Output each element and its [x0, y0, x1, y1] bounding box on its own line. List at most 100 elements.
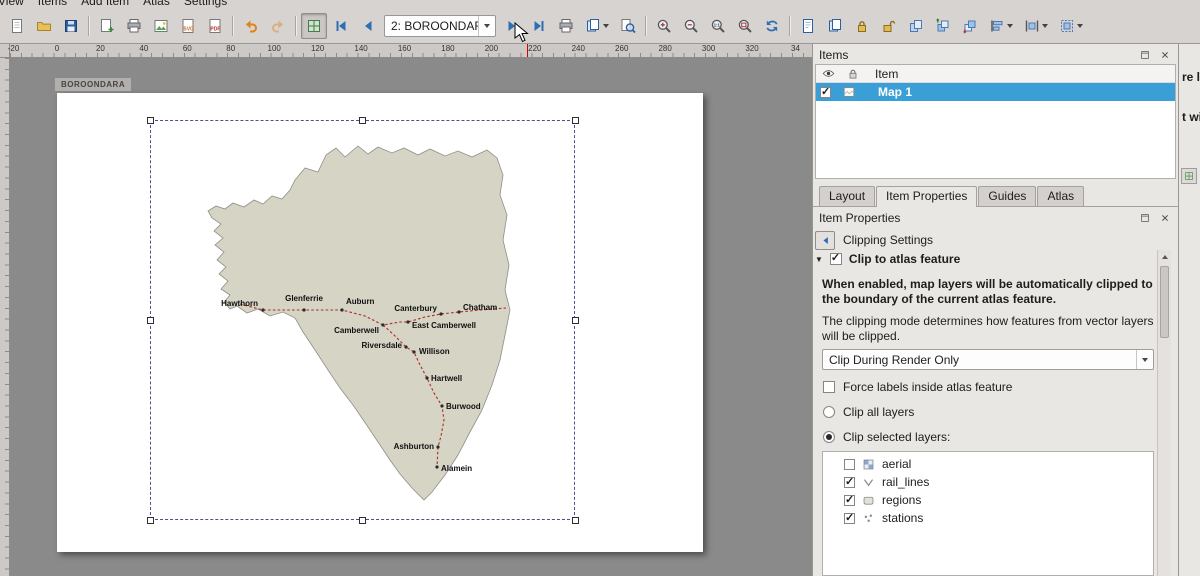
- zoom-full-button[interactable]: [732, 13, 758, 39]
- clip-help-bold-text: When enabled, map layers will be automat…: [822, 277, 1157, 307]
- tab-layout[interactable]: Layout: [819, 186, 875, 206]
- menu-items[interactable]: Items: [38, 0, 67, 8]
- selection-handle[interactable]: [147, 517, 154, 524]
- clip-to-atlas-checkbox[interactable]: [830, 253, 842, 265]
- distribute-items-button[interactable]: [1019, 13, 1053, 39]
- ruler-label: 40: [139, 44, 148, 53]
- scroll-up-arrow[interactable]: [1158, 250, 1171, 264]
- clipped-panel-button[interactable]: [1181, 168, 1197, 184]
- atlas-previous-feature-button[interactable]: [355, 13, 381, 39]
- export-image-button[interactable]: [148, 13, 174, 39]
- ruler-label: 220: [528, 44, 541, 53]
- atlas-next-feature-button[interactable]: [499, 13, 525, 39]
- tab-item-properties[interactable]: Item Properties: [876, 186, 977, 207]
- clip-layer-row[interactable]: regions: [823, 491, 1153, 509]
- force-labels-label: Force labels inside atlas feature: [843, 380, 1012, 394]
- print-layout-button[interactable]: [121, 13, 147, 39]
- section-label: Clip to atlas feature: [849, 252, 960, 266]
- lock-selected-items-button[interactable]: [849, 13, 875, 39]
- item-properties-window-icons: [1132, 211, 1172, 225]
- svg-text:PDF: PDF: [210, 27, 220, 33]
- raise-selected-items-button[interactable]: [930, 13, 956, 39]
- item-properties-title: Item Properties: [819, 211, 900, 225]
- clipped-right-panel: re le t wil: [1178, 44, 1200, 576]
- selection-handle[interactable]: [359, 117, 366, 124]
- redo-button[interactable]: [265, 13, 291, 39]
- selection-handle[interactable]: [359, 517, 366, 524]
- menu-atlas[interactable]: Atlas: [143, 0, 170, 8]
- clip-layer-row[interactable]: aerial: [823, 455, 1153, 473]
- float-panel-icon[interactable]: [1138, 211, 1152, 225]
- clip-layer-row[interactable]: stations: [823, 509, 1153, 527]
- chevron-down-icon: [1136, 350, 1153, 369]
- selection-handle[interactable]: [147, 117, 154, 124]
- group-items-button[interactable]: [903, 13, 929, 39]
- export-atlas-button[interactable]: [580, 13, 614, 39]
- tab-atlas[interactable]: Atlas: [1037, 186, 1084, 206]
- layer-checkbox[interactable]: [844, 495, 855, 506]
- new-layout-button[interactable]: [4, 13, 30, 39]
- atlas-settings-toggle-button[interactable]: [301, 13, 327, 39]
- preview-atlas-button[interactable]: [615, 13, 641, 39]
- close-panel-icon[interactable]: [1158, 48, 1172, 62]
- scrollbar-thumb[interactable]: [1160, 266, 1169, 338]
- lower-selected-items-button[interactable]: [957, 13, 983, 39]
- toolbar-separator: [88, 16, 90, 36]
- save-project-button[interactable]: [58, 13, 84, 39]
- export-svg-button[interactable]: SVG: [175, 13, 201, 39]
- atlas-feature-combobox[interactable]: 2: BOROONDARA: [384, 15, 496, 37]
- toolbar-separator: [232, 16, 234, 36]
- layer-checkbox[interactable]: [844, 459, 855, 470]
- resize-items-button[interactable]: [1054, 13, 1088, 39]
- selection-handle[interactable]: [572, 317, 579, 324]
- menu-settings[interactable]: Settings: [184, 0, 227, 8]
- undo-button[interactable]: [238, 13, 264, 39]
- export-pdf-button[interactable]: PDF: [202, 13, 228, 39]
- atlas-first-feature-button[interactable]: [328, 13, 354, 39]
- save-as-template-button[interactable]: [795, 13, 821, 39]
- atlas-last-feature-button[interactable]: [526, 13, 552, 39]
- items-list-row[interactable]: Map 1: [816, 83, 1175, 101]
- clip-layer-row[interactable]: rail_lines: [823, 473, 1153, 491]
- map-item-icon: [841, 85, 856, 100]
- selection-handle[interactable]: [572, 117, 579, 124]
- refresh-view-button[interactable]: [759, 13, 785, 39]
- unlock-all-items-button[interactable]: [876, 13, 902, 39]
- ruler-label: 34: [791, 44, 800, 53]
- ruler-label: 180: [441, 44, 454, 53]
- force-labels-checkbox[interactable]: [823, 381, 835, 393]
- raster-layer-icon: [861, 457, 876, 472]
- item-visibility-checkbox[interactable]: [820, 87, 831, 98]
- layer-checkbox[interactable]: [844, 513, 855, 524]
- close-panel-icon[interactable]: [1158, 211, 1172, 225]
- zoom-actual-button[interactable]: 1:1: [705, 13, 731, 39]
- collapse-triangle-icon[interactable]: ▼: [815, 255, 823, 264]
- item-properties-title-bar: Item Properties: [813, 209, 1178, 227]
- tab-guides[interactable]: Guides: [978, 186, 1036, 206]
- add-pages-button[interactable]: [94, 13, 120, 39]
- layer-checkbox[interactable]: [844, 477, 855, 488]
- menu-add-item[interactable]: Add Item: [81, 0, 129, 8]
- clip-selected-layers-radio[interactable]: [823, 431, 835, 443]
- print-atlas-button[interactable]: [553, 13, 579, 39]
- clip-all-layers-label: Clip all layers: [843, 405, 914, 419]
- layer-name: stations: [882, 511, 923, 525]
- zoom-out-button[interactable]: [678, 13, 704, 39]
- chevron-down-icon: [478, 16, 495, 36]
- menu-view[interactable]: View: [0, 0, 24, 8]
- scrollbar[interactable]: [1157, 250, 1171, 576]
- selection-handle[interactable]: [572, 517, 579, 524]
- float-panel-icon[interactable]: [1138, 48, 1152, 62]
- clip-all-layers-radio[interactable]: [823, 406, 835, 418]
- line-layer-icon: [861, 475, 876, 490]
- add-items-from-template-button[interactable]: [822, 13, 848, 39]
- selection-handle[interactable]: [147, 317, 154, 324]
- open-layout-button[interactable]: [31, 13, 57, 39]
- map-selection-frame[interactable]: [150, 120, 575, 520]
- ruler-label: 280: [658, 44, 671, 53]
- clipping-mode-select[interactable]: Clip During Render Only: [822, 349, 1154, 370]
- svg-text:SVG: SVG: [183, 27, 194, 33]
- zoom-in-button[interactable]: [651, 13, 677, 39]
- back-button[interactable]: [815, 231, 835, 250]
- align-items-button[interactable]: [984, 13, 1018, 39]
